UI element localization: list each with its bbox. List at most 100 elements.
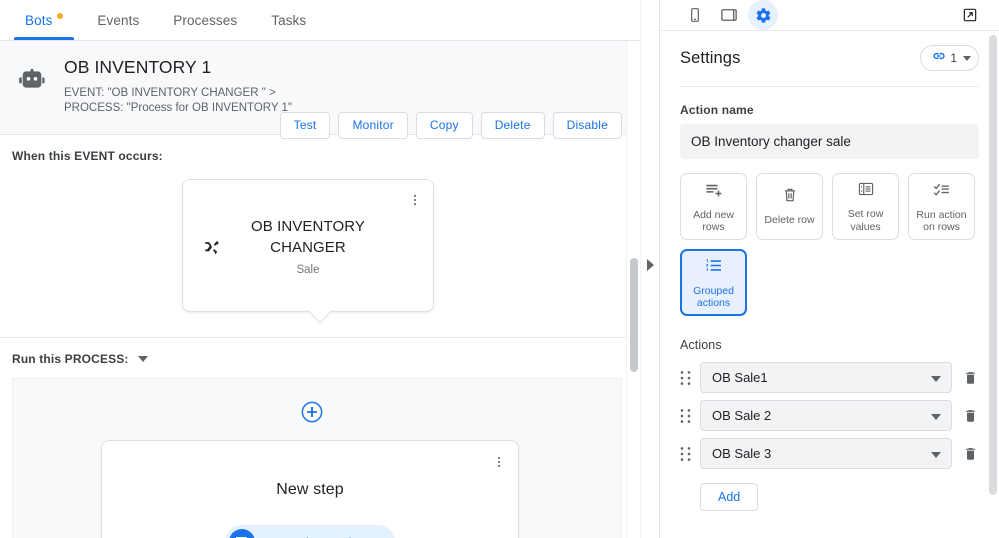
- action-type-delete-row-label: Delete row: [764, 214, 815, 227]
- action-type-set-row-values[interactable]: Set row values: [832, 173, 899, 240]
- action-row: OB Sale 2: [680, 400, 979, 431]
- event-card-name: OB INVENTORY CHANGER: [250, 217, 365, 256]
- robot-icon: [18, 57, 58, 100]
- event-card[interactable]: OB INVENTORY CHANGER Sale: [182, 179, 434, 312]
- action-select-1-value: OB Sale1: [712, 370, 768, 385]
- action-type-run-action-on-rows-label: Run action on rows: [916, 208, 967, 234]
- add-action-button[interactable]: Add: [700, 483, 759, 511]
- disable-button[interactable]: Disable: [552, 112, 622, 139]
- action-name-input[interactable]: [680, 124, 979, 159]
- add-circle-icon[interactable]: [301, 401, 323, 423]
- settings-body: Settings 1 Action name OB Inventory chan…: [660, 31, 999, 538]
- bot-action-buttons: Test Monitor Copy Delete Disable: [279, 112, 622, 139]
- drag-handle-icon[interactable]: [680, 370, 691, 386]
- tab-processes-label: Processes: [173, 12, 238, 28]
- step-title: New step: [276, 481, 344, 498]
- open-in-new-icon[interactable]: [955, 0, 985, 30]
- action-type-grouped-actions[interactable]: Grouped actions: [680, 249, 747, 316]
- settings-header: Settings 1: [680, 31, 979, 87]
- numbered-list-icon: [704, 256, 723, 280]
- tab-events[interactable]: Events: [80, 0, 156, 40]
- action-select-1[interactable]: OB Sale1: [700, 362, 952, 393]
- drag-handle-icon[interactable]: [680, 408, 691, 424]
- linked-references-count: 1: [950, 51, 957, 65]
- event-card-type: Sale: [296, 263, 320, 276]
- test-button[interactable]: Test: [279, 112, 331, 139]
- left-pane-scrollbar-thumb[interactable]: [630, 258, 638, 372]
- notification-dot-icon: [57, 12, 64, 19]
- trash-icon: [781, 186, 799, 209]
- connector-notch-icon: [307, 310, 333, 324]
- delete-action-2-button[interactable]: [961, 406, 979, 426]
- settings-pane: Settings 1 Action name OB Inventory chan…: [660, 0, 999, 538]
- settings-pane-scrollbar[interactable]: [989, 31, 997, 534]
- step-card-menu-icon[interactable]: [492, 453, 506, 476]
- link-icon: [930, 49, 946, 67]
- phone-icon[interactable]: [680, 0, 710, 30]
- left-pane-scrollbar[interactable]: [626, 41, 640, 538]
- tablet-icon[interactable]: [714, 0, 744, 30]
- tab-tasks-label: Tasks: [271, 12, 307, 28]
- drag-handle-icon[interactable]: [680, 446, 691, 462]
- action-type-set-row-values-label: Set row values: [847, 208, 884, 233]
- settings-title: Settings: [680, 48, 741, 67]
- step-chip-row: Run a data action: [102, 525, 518, 538]
- collapse-right-icon[interactable]: [647, 259, 654, 271]
- tab-processes[interactable]: Processes: [156, 0, 254, 40]
- run-data-action-chip[interactable]: Run a data action: [224, 525, 396, 538]
- tab-events-label: Events: [97, 12, 140, 28]
- tab-tasks[interactable]: Tasks: [254, 0, 323, 40]
- delete-button[interactable]: Delete: [480, 112, 545, 139]
- action-type-grouped-actions-label: Grouped actions: [693, 284, 734, 310]
- tab-bots-label: Bots: [25, 12, 53, 28]
- pane-splitter[interactable]: [640, 0, 660, 538]
- preview-toolbar: [660, 0, 999, 30]
- bot-editor-pane: Bots Events Processes Tasks OB INVENTORY…: [0, 0, 640, 538]
- bot-header: OB INVENTORY 1 EVENT: "OB INVENTORY CHAN…: [0, 41, 640, 139]
- bot-meta: OB INVENTORY 1 EVENT: "OB INVENTORY CHAN…: [58, 57, 622, 116]
- actions-section-label: Actions: [680, 338, 722, 352]
- chevron-down-icon: [963, 55, 971, 61]
- caret-down-icon: [931, 414, 941, 420]
- process-step-card[interactable]: New step Run a data action: [101, 440, 519, 538]
- main-tabs: Bots Events Processes Tasks: [0, 0, 640, 41]
- action-type-delete-row[interactable]: Delete row: [756, 173, 823, 240]
- monitor-button[interactable]: Monitor: [338, 112, 408, 139]
- copy-button[interactable]: Copy: [415, 112, 473, 139]
- action-row: OB Sale1: [680, 362, 979, 393]
- delete-action-3-button[interactable]: [961, 444, 979, 464]
- settings-pane-scrollbar-thumb[interactable]: [989, 35, 997, 495]
- action-type-add-new-rows-label: Add new rows: [693, 208, 734, 234]
- action-select-3[interactable]: OB Sale 3: [700, 438, 952, 469]
- process-section-label: Run this PROCESS:: [12, 352, 129, 366]
- action-type-add-new-rows[interactable]: Add new rows: [680, 173, 747, 240]
- app-root: Bots Events Processes Tasks OB INVENTORY…: [0, 0, 999, 538]
- gear-icon[interactable]: [748, 0, 778, 30]
- action-row: OB Sale 3: [680, 438, 979, 469]
- caret-down-icon: [931, 452, 941, 458]
- run-data-action-label: Run a data action: [263, 535, 367, 538]
- table-row-icon: [857, 180, 875, 203]
- data-action-icon: [228, 529, 255, 538]
- process-section-header: Run this PROCESS:: [0, 338, 640, 378]
- action-select-2-value: OB Sale 2: [712, 408, 772, 423]
- delete-action-1-button[interactable]: [961, 368, 979, 388]
- event-section: When this EVENT occurs: OB INVENTORY CHA…: [0, 135, 640, 337]
- event-section-label: When this EVENT occurs:: [12, 149, 163, 163]
- shuffle-icon: [203, 238, 221, 261]
- event-card-menu-icon[interactable]: [408, 191, 422, 214]
- action-name-label: Action name: [680, 103, 754, 117]
- event-card-wrap: OB INVENTORY CHANGER Sale: [12, 179, 640, 337]
- action-type-row-2: Grouped actions: [680, 249, 979, 316]
- process-caret-down-icon[interactable]: [137, 356, 148, 362]
- action-type-row-1: Add new rows Delete row Set row values R…: [680, 173, 979, 240]
- tab-bots[interactable]: Bots: [8, 0, 80, 40]
- checklist-icon: [932, 180, 951, 204]
- action-type-run-action-on-rows[interactable]: Run action on rows: [908, 173, 975, 240]
- playlist-add-icon: [704, 180, 723, 204]
- linked-references-chip[interactable]: 1: [920, 45, 979, 71]
- action-select-2[interactable]: OB Sale 2: [700, 400, 952, 431]
- caret-down-icon: [931, 376, 941, 382]
- page-title: OB INVENTORY 1: [64, 57, 212, 77]
- action-select-3-value: OB Sale 3: [712, 446, 772, 461]
